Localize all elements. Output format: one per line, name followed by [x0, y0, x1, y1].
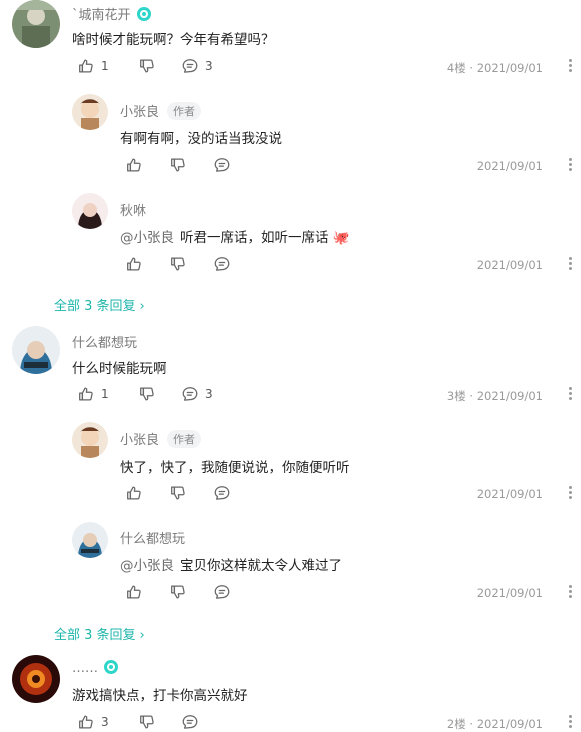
comment-bubble-icon [213, 156, 231, 174]
avatar[interactable] [72, 422, 108, 458]
mention-link[interactable]: @小张良 [120, 230, 174, 246]
verified-icon [104, 660, 118, 674]
comment-bubble-icon [181, 713, 199, 731]
reply-button[interactable] [181, 712, 199, 732]
comment-text: 游戏搞快点，打卡你高兴就好 [72, 688, 248, 704]
reply-date: 2021/09/01 [476, 487, 543, 501]
reply-button[interactable] [213, 155, 231, 175]
thumb-up-icon [77, 713, 95, 731]
chevron-right-icon: › [139, 299, 145, 314]
comment-bubble-icon [181, 57, 199, 75]
like-button[interactable] [125, 582, 143, 602]
reply-text: @小张良 宝贝你这样就太令人难过了 [120, 558, 342, 574]
more-dots-icon[interactable] [569, 158, 573, 173]
dislike-button[interactable] [138, 56, 156, 76]
like-button[interactable]: 3 [77, 712, 109, 732]
emoji: 🐙 [332, 230, 350, 246]
comment-text: 啥时候才能玩啊？今年有希望吗？ [72, 32, 275, 48]
more-dots-icon[interactable] [569, 486, 573, 501]
like-button[interactable]: 1 [77, 384, 109, 404]
author-badge: 作者 [167, 102, 202, 120]
thumb-down-icon [138, 57, 156, 75]
thumb-down-icon [169, 484, 187, 502]
like-button[interactable] [125, 254, 143, 274]
thumb-down-icon [169, 255, 187, 273]
thumb-up-icon [77, 57, 95, 75]
username[interactable]: 什么都想玩 [120, 528, 185, 547]
floor-date: 3楼 · 2021/09/01 [446, 389, 543, 403]
username[interactable]: `城南花开 [72, 4, 151, 23]
avatar[interactable] [72, 522, 108, 558]
avatar[interactable] [12, 326, 60, 374]
username[interactable]: 小张良 作者 [120, 429, 202, 448]
username[interactable]: 秋咻 [120, 200, 146, 219]
more-dots-icon[interactable] [569, 585, 573, 600]
reply-text: 快了，快了，我随便说说，你随便听听 [120, 460, 350, 476]
dislike-button[interactable] [138, 712, 156, 732]
comment-bubble-icon [213, 255, 231, 273]
all-replies-link[interactable]: 全部 3 条回复 › [54, 624, 145, 643]
like-count: 1 [101, 59, 109, 73]
reply-button[interactable]: 3 [181, 384, 213, 404]
reply-date: 2021/09/01 [476, 586, 543, 600]
thumb-up-icon [125, 583, 143, 601]
verified-icon [136, 7, 151, 21]
reply-button[interactable] [213, 582, 231, 602]
floor-date: 4楼 · 2021/09/01 [446, 61, 543, 75]
reply-count: 3 [205, 387, 213, 401]
reply-button[interactable] [213, 254, 231, 274]
reply-count: 3 [205, 59, 213, 73]
more-dots-icon[interactable] [569, 387, 573, 402]
floor-date: 2楼 · 2021/09/01 [446, 717, 543, 731]
more-dots-icon[interactable] [569, 715, 573, 730]
username[interactable]: 小张良 作者 [120, 101, 202, 120]
reply-date: 2021/09/01 [476, 159, 543, 173]
comment-bubble-icon [213, 583, 231, 601]
reply-button[interactable]: 3 [181, 56, 213, 76]
thumb-up-icon [125, 156, 143, 174]
dislike-button[interactable] [138, 384, 156, 404]
reply-text: @小张良 听君一席话，如听一席话 🐙 [120, 230, 350, 246]
avatar[interactable] [72, 94, 108, 130]
chevron-right-icon: › [139, 628, 145, 643]
mention-link[interactable]: @小张良 [120, 558, 174, 574]
comment-text: 什么时候能玩啊 [72, 361, 167, 377]
thumb-up-icon [125, 255, 143, 273]
reply-button[interactable] [213, 483, 231, 503]
thumb-down-icon [138, 713, 156, 731]
like-button[interactable] [125, 483, 143, 503]
dislike-button[interactable] [169, 483, 187, 503]
thumb-down-icon [169, 156, 187, 174]
like-button[interactable]: 1 [77, 56, 109, 76]
reply-text: 有啊有啊，没的话当我没说 [120, 131, 282, 147]
avatar[interactable] [72, 193, 108, 229]
thumb-down-icon [138, 385, 156, 403]
dislike-button[interactable] [169, 254, 187, 274]
comment-bubble-icon [181, 385, 199, 403]
like-count: 1 [101, 387, 109, 401]
all-replies-link[interactable]: 全部 3 条回复 › [54, 295, 145, 314]
username[interactable]: …… [72, 660, 118, 676]
more-dots-icon[interactable] [569, 59, 573, 74]
thumb-down-icon [169, 583, 187, 601]
username[interactable]: 什么都想玩 [72, 332, 137, 351]
more-dots-icon[interactable] [569, 257, 573, 272]
avatar[interactable] [12, 655, 60, 703]
author-badge: 作者 [167, 430, 202, 448]
like-button[interactable] [125, 155, 143, 175]
comment-bubble-icon [213, 484, 231, 502]
dislike-button[interactable] [169, 582, 187, 602]
thumb-up-icon [77, 385, 95, 403]
thumb-up-icon [125, 484, 143, 502]
like-count: 3 [101, 715, 109, 729]
dislike-button[interactable] [169, 155, 187, 175]
avatar[interactable] [12, 0, 60, 48]
reply-date: 2021/09/01 [476, 258, 543, 272]
